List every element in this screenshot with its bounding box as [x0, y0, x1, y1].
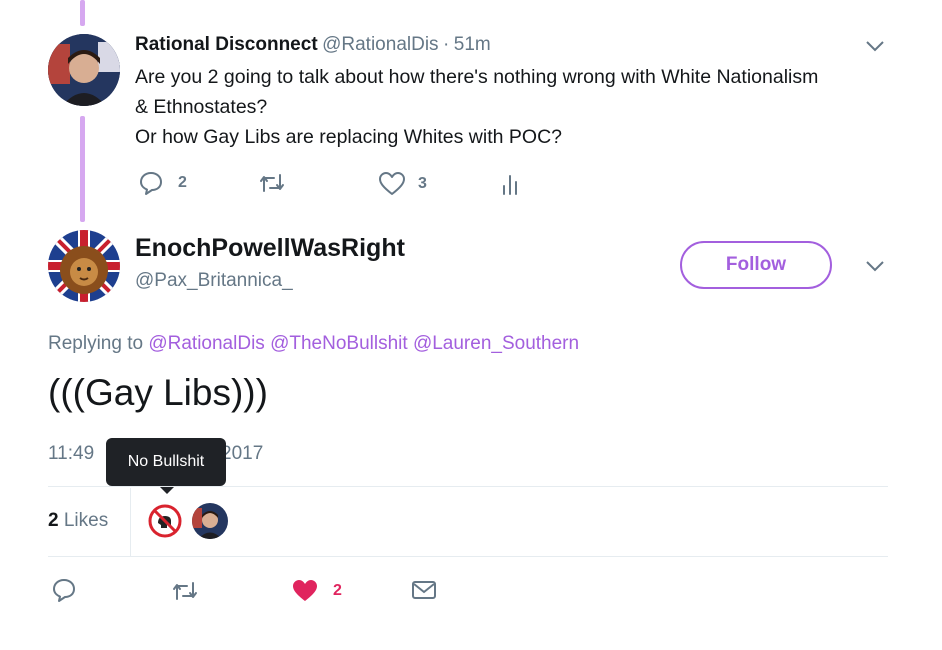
retweet-icon — [171, 579, 199, 603]
analytics-button[interactable] — [500, 172, 520, 196]
tweet-text: Are you 2 going to talk about how there'… — [135, 62, 915, 152]
reply-button[interactable] — [51, 577, 77, 603]
timestamp-left[interactable]: 11:49 — [48, 443, 94, 465]
replying-to: Replying to @RationalDis @TheNoBullshit … — [48, 333, 579, 355]
heart-filled-icon — [291, 578, 319, 604]
separator: · — [443, 34, 450, 55]
no-bullshit-icon — [148, 504, 182, 538]
envelope-icon — [411, 579, 437, 601]
retweet-button[interactable] — [171, 579, 199, 603]
divider — [48, 486, 888, 487]
avatar[interactable] — [48, 230, 120, 302]
like-button[interactable]: 2 — [291, 578, 342, 604]
author-handle[interactable]: @Pax_Britannica_ — [135, 270, 293, 292]
person-avatar-icon — [48, 34, 120, 106]
reply-tweet-header: Rational Disconnect @RationalDis · 51m — [135, 34, 491, 56]
vertical-divider — [130, 488, 131, 556]
reply-icon — [138, 170, 164, 196]
reply-icon — [51, 577, 77, 603]
reply-count: 2 — [178, 174, 187, 191]
tooltip: No Bullshit — [106, 438, 226, 486]
tweet-text-line: Are you 2 going to talk about how there'… — [135, 66, 819, 88]
chevron-down-icon[interactable] — [864, 38, 886, 59]
heart-outline-icon — [378, 171, 406, 197]
like-button[interactable]: 3 — [378, 171, 427, 197]
divider — [48, 556, 888, 557]
thread-line-top — [80, 0, 85, 26]
replying-prefix: Replying to — [48, 333, 144, 354]
likes-stat[interactable]: 2 Likes — [48, 510, 108, 532]
mention-link[interactable]: @Lauren_Southern — [413, 333, 579, 354]
person-avatar-icon — [192, 503, 228, 539]
likes-label: Likes — [63, 510, 109, 531]
like-count: 3 — [418, 175, 427, 192]
tweet-time[interactable]: 51m — [454, 34, 491, 55]
tweet-text-line: Or how Gay Libs are replacing Whites wit… — [135, 126, 563, 148]
thread-line-bottom — [80, 116, 85, 222]
avatar[interactable] — [48, 34, 120, 106]
retweet-button[interactable] — [258, 171, 286, 195]
likes-count: 2 — [48, 510, 59, 531]
main-tweet-text: (((Gay Libs))) — [48, 372, 268, 413]
liker-avatar[interactable] — [192, 503, 228, 539]
like-count: 2 — [333, 582, 342, 599]
message-button[interactable] — [411, 579, 437, 601]
retweet-icon — [258, 171, 286, 195]
reply-button[interactable]: 2 — [138, 170, 187, 196]
liker-avatar[interactable] — [147, 503, 183, 539]
handle[interactable]: @RationalDis — [322, 34, 438, 55]
tweet-text-line: & Ethnostates? — [135, 96, 268, 118]
mention-link[interactable]: @RationalDis — [148, 333, 264, 354]
analytics-icon — [500, 172, 520, 196]
mention-link[interactable]: @TheNoBullshit — [270, 333, 408, 354]
follow-button[interactable]: Follow — [680, 241, 832, 289]
lion-flag-avatar-icon — [48, 230, 120, 302]
chevron-down-icon[interactable] — [864, 258, 886, 279]
display-name[interactable]: Rational Disconnect — [135, 34, 318, 55]
timestamp-right[interactable]: 2017 — [221, 443, 263, 465]
author-display-name[interactable]: EnochPowellWasRight — [135, 234, 405, 263]
